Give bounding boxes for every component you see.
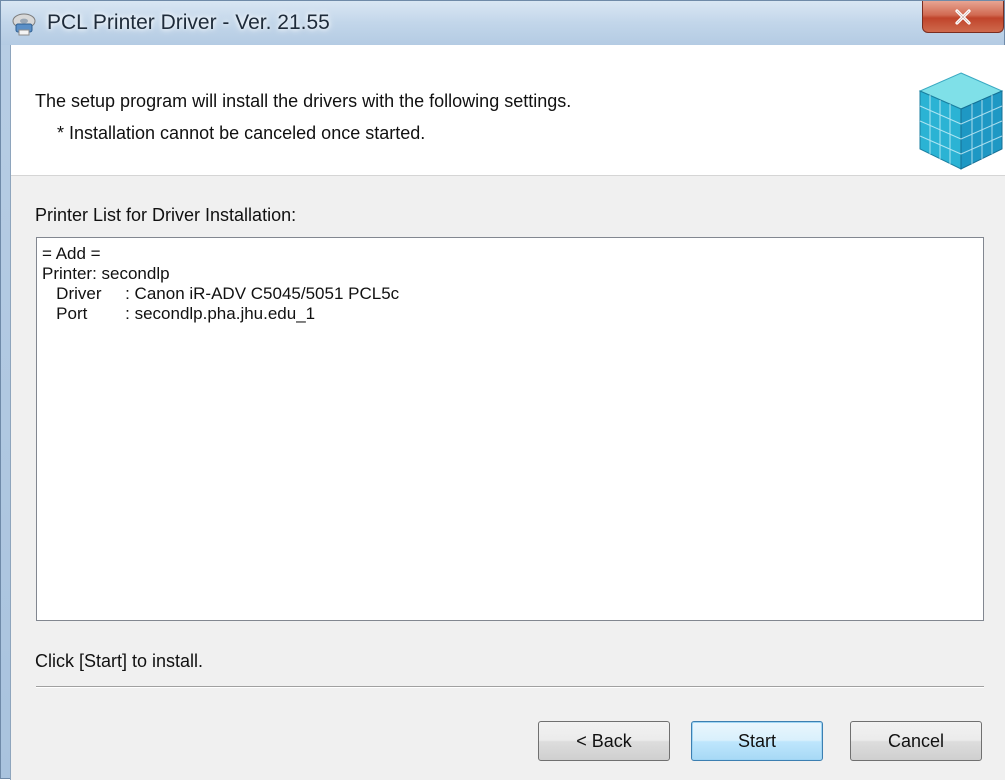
list-item: Printer: secondlp <box>42 264 170 283</box>
instruction-text: Click [Start] to install. <box>35 651 204 671</box>
dialog-client-area: The setup program will install the drive… <box>10 45 1005 780</box>
list-item: Driver : Canon iR-ADV C5045/5051 PCL5c <box>42 284 400 303</box>
start-button[interactable]: Start <box>691 721 823 761</box>
divider <box>36 686 984 688</box>
header-warning: * Installation cannot be canceled once s… <box>57 123 426 143</box>
printer-list-box[interactable]: = Add = Printer: secondlp Driver : Canon… <box>36 237 984 621</box>
close-button[interactable] <box>922 1 1004 33</box>
title-bar[interactable]: PCL Printer Driver - Ver. 21.55 <box>1 1 1004 45</box>
printer-setup-icon <box>11 11 37 37</box>
back-button[interactable]: < Back <box>538 721 670 761</box>
header-description: The setup program will install the drive… <box>35 91 572 111</box>
list-item: = Add = <box>42 244 101 263</box>
printer-list-label: Printer List for Driver Installation: <box>35 205 297 225</box>
window-title: PCL Printer Driver - Ver. 21.55 <box>47 11 330 34</box>
header-panel: The setup program will install the drive… <box>11 45 1005 176</box>
cancel-button[interactable]: Cancel <box>850 721 982 761</box>
close-icon <box>953 8 973 26</box>
cube-icon <box>918 71 1004 171</box>
installer-window: PCL Printer Driver - Ver. 21.55 The setu… <box>0 0 1005 780</box>
list-item: Port : secondlp.pha.jhu.edu_1 <box>42 304 316 323</box>
